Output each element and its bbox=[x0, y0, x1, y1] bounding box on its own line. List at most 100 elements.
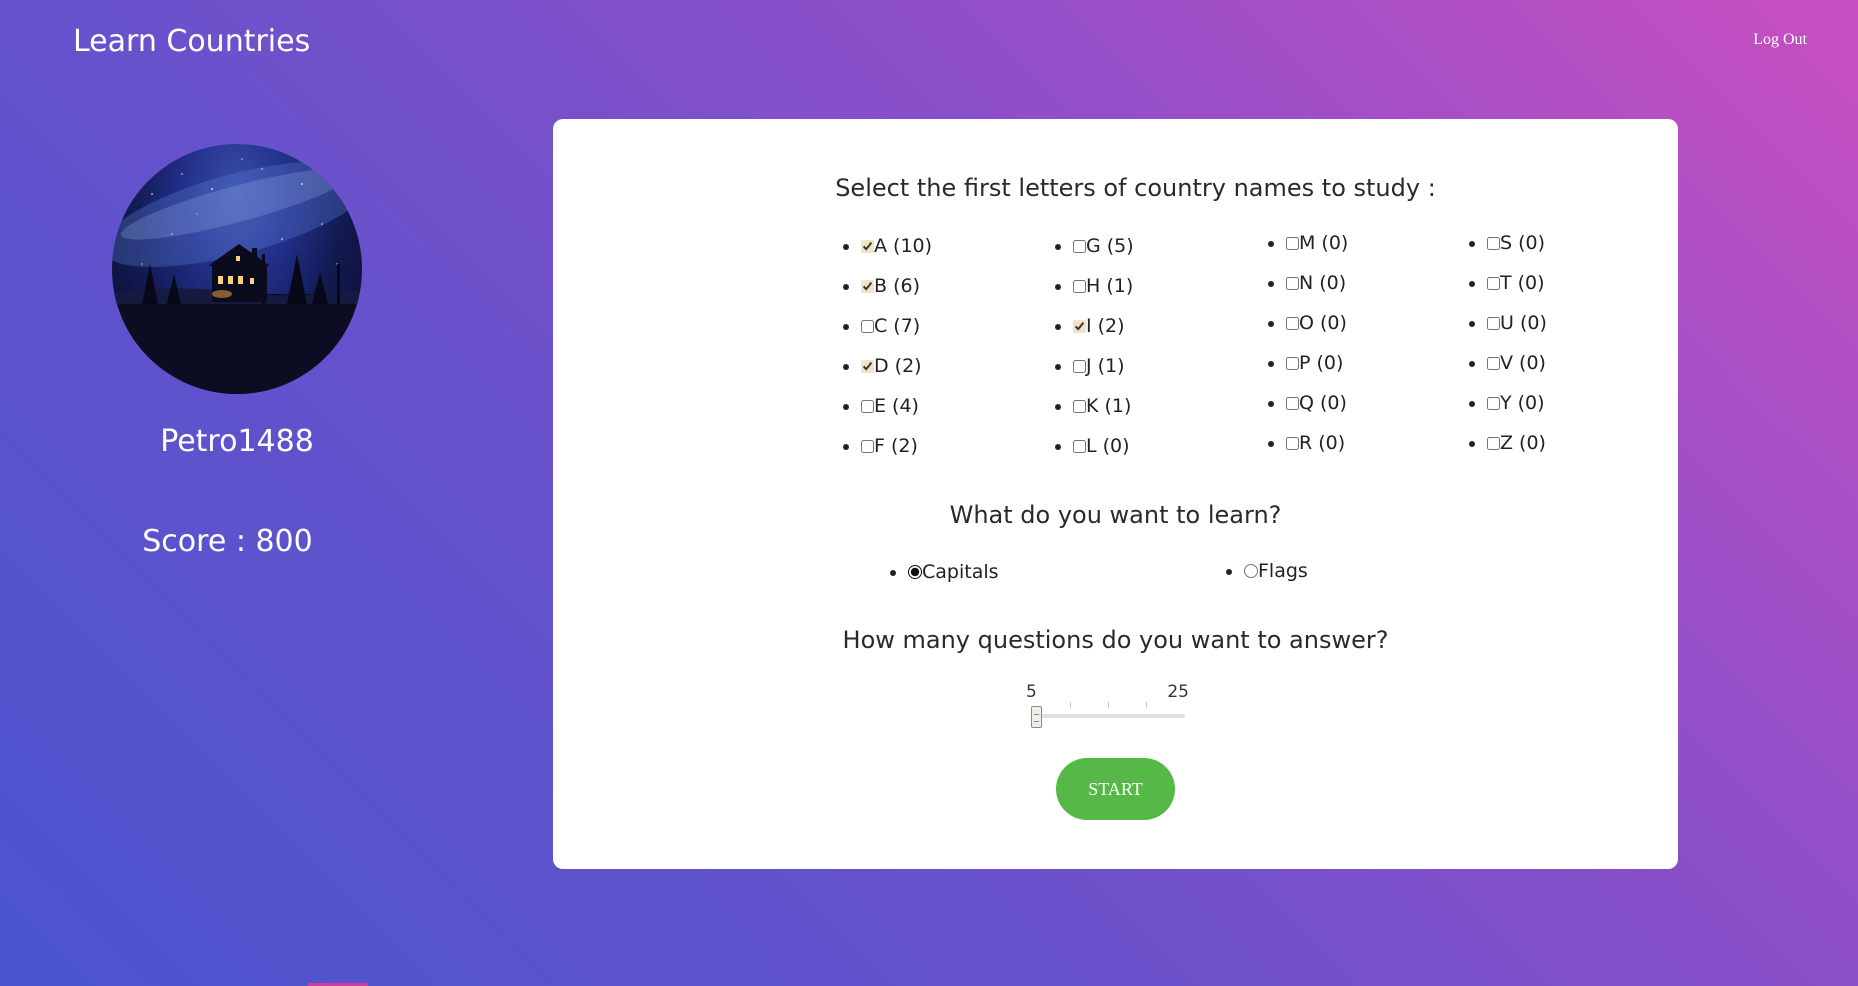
letter-item: G (5) bbox=[1073, 226, 1134, 266]
flags-label: Flags bbox=[1258, 560, 1308, 582]
letter-label: Y (0) bbox=[1500, 392, 1545, 414]
letter-label: F (2) bbox=[874, 435, 918, 457]
letter-checkbox[interactable] bbox=[1073, 240, 1086, 253]
letter-checkbox[interactable] bbox=[1073, 360, 1086, 373]
slider-thumb[interactable] bbox=[1031, 706, 1042, 728]
mode-option-capitals: Capitals bbox=[878, 552, 999, 592]
letter-checkbox[interactable] bbox=[861, 320, 874, 333]
letter-item: I (2) bbox=[1073, 306, 1134, 346]
capitals-label: Capitals bbox=[922, 561, 999, 583]
letter-label: C (7) bbox=[874, 315, 921, 337]
letter-checkbox[interactable] bbox=[861, 280, 874, 293]
letter-label: I (2) bbox=[1086, 315, 1125, 337]
username: Petro1488 bbox=[160, 424, 314, 459]
letter-label: U (0) bbox=[1500, 312, 1547, 334]
letter-checkbox[interactable] bbox=[1073, 320, 1086, 333]
letter-item: V (0) bbox=[1487, 343, 1547, 383]
letter-checkbox[interactable] bbox=[1487, 237, 1500, 250]
letter-checkbox[interactable] bbox=[1073, 440, 1086, 453]
letter-checkbox[interactable] bbox=[1073, 400, 1086, 413]
letter-item: B (6) bbox=[861, 266, 932, 306]
letter-label: P (0) bbox=[1299, 352, 1344, 374]
letter-label: A (10) bbox=[874, 235, 933, 257]
letter-checkbox[interactable] bbox=[861, 400, 874, 413]
slider-min-label: 5 bbox=[1026, 682, 1037, 702]
logout-link[interactable]: Log Out bbox=[1753, 31, 1807, 49]
letter-checkbox[interactable] bbox=[1286, 357, 1299, 370]
letter-checkbox[interactable] bbox=[1286, 237, 1299, 250]
letter-label: M (0) bbox=[1299, 232, 1349, 254]
letter-item: S (0) bbox=[1487, 223, 1547, 263]
questions-slider[interactable]: 5 25 bbox=[1026, 682, 1196, 732]
slider-tick bbox=[1070, 702, 1071, 708]
letter-item: H (1) bbox=[1073, 266, 1134, 306]
letter-label: S (0) bbox=[1500, 232, 1546, 254]
letter-item: A (10) bbox=[861, 226, 932, 266]
letter-checkbox[interactable] bbox=[1487, 437, 1500, 450]
letter-item: E (4) bbox=[861, 386, 932, 426]
letter-checkbox[interactable] bbox=[1487, 357, 1500, 370]
start-button[interactable]: START bbox=[1056, 758, 1175, 820]
letter-checkbox[interactable] bbox=[1487, 317, 1500, 330]
letters-column-4: S (0) T (0) U (0) V (0) Y (0) Z (0) bbox=[1457, 223, 1547, 463]
capitals-radio[interactable] bbox=[908, 565, 922, 579]
letter-label: Z (0) bbox=[1500, 432, 1546, 454]
letter-item: K (1) bbox=[1073, 386, 1134, 426]
letter-item: C (7) bbox=[861, 306, 932, 346]
letter-item: U (0) bbox=[1487, 303, 1547, 343]
letter-item: Z (0) bbox=[1487, 423, 1547, 463]
letter-checkbox[interactable] bbox=[1286, 397, 1299, 410]
letter-item: D (2) bbox=[861, 346, 932, 386]
letter-checkbox[interactable] bbox=[1286, 277, 1299, 290]
letter-checkbox[interactable] bbox=[861, 240, 874, 253]
letter-checkbox[interactable] bbox=[1487, 397, 1500, 410]
letter-label: L (0) bbox=[1086, 435, 1130, 457]
mode-heading: What do you want to learn? bbox=[949, 501, 1282, 529]
letter-label: K (1) bbox=[1086, 395, 1132, 417]
letter-label: E (4) bbox=[874, 395, 919, 417]
letter-checkbox[interactable] bbox=[861, 440, 874, 453]
letter-item: Q (0) bbox=[1286, 383, 1348, 423]
letter-item: N (0) bbox=[1286, 263, 1348, 303]
letter-item: O (0) bbox=[1286, 303, 1348, 343]
letter-checkbox[interactable] bbox=[1073, 280, 1086, 293]
letter-item: Y (0) bbox=[1487, 383, 1547, 423]
mode-option-flags: Flags bbox=[1214, 551, 1308, 591]
letter-item: T (0) bbox=[1487, 263, 1547, 303]
letter-checkbox[interactable] bbox=[1286, 317, 1299, 330]
letter-label: H (1) bbox=[1086, 275, 1134, 297]
letters-column-1: A (10) B (6) C (7) D (2) E (4) F (2) bbox=[831, 226, 932, 466]
mode-item: Capitals bbox=[908, 552, 999, 592]
slider-tick bbox=[1108, 702, 1109, 708]
letter-label: D (2) bbox=[874, 355, 922, 377]
letter-checkbox[interactable] bbox=[1286, 437, 1299, 450]
letter-label: V (0) bbox=[1500, 352, 1546, 374]
letter-item: R (0) bbox=[1286, 423, 1348, 463]
letter-label: T (0) bbox=[1500, 272, 1545, 294]
slider-tick bbox=[1146, 702, 1147, 708]
letter-label: O (0) bbox=[1299, 312, 1347, 334]
letter-label: B (6) bbox=[874, 275, 920, 297]
letters-column-3: M (0) N (0) O (0) P (0) Q (0) R (0) bbox=[1256, 223, 1348, 463]
letter-label: R (0) bbox=[1299, 432, 1346, 454]
slider-track[interactable] bbox=[1032, 714, 1185, 718]
slider-max-label: 25 bbox=[1167, 682, 1189, 702]
questions-heading: How many questions do you want to answer… bbox=[842, 626, 1389, 654]
letter-item: M (0) bbox=[1286, 223, 1348, 263]
letters-column-2: G (5) H (1) I (2) J (1) K (1) L (0) bbox=[1043, 226, 1134, 466]
score: Score : 800 bbox=[142, 524, 313, 559]
letter-label: N (0) bbox=[1299, 272, 1347, 294]
letter-checkbox[interactable] bbox=[861, 360, 874, 373]
letter-label: J (1) bbox=[1086, 355, 1125, 377]
avatar bbox=[112, 144, 362, 394]
flags-radio[interactable] bbox=[1244, 564, 1258, 578]
letter-item: F (2) bbox=[861, 426, 932, 466]
app-title: Learn Countries bbox=[73, 24, 311, 59]
letter-item: P (0) bbox=[1286, 343, 1348, 383]
letter-checkbox[interactable] bbox=[1487, 277, 1500, 290]
mode-item: Flags bbox=[1244, 551, 1308, 591]
letter-item: L (0) bbox=[1073, 426, 1134, 466]
settings-card: Select the first letters of country name… bbox=[553, 119, 1678, 869]
letter-label: G (5) bbox=[1086, 235, 1134, 257]
letters-heading: Select the first letters of country name… bbox=[835, 174, 1436, 202]
